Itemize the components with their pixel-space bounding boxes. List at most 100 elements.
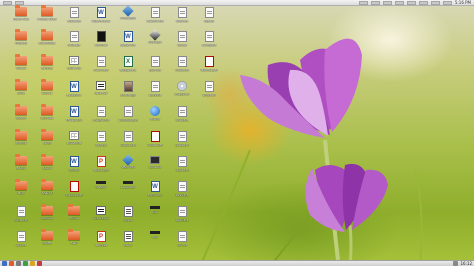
desktop-icon-folder[interactable]: Phone: [62, 204, 86, 230]
desktop-icon-doc[interactable]: chapter.txt: [89, 106, 113, 130]
desktop-icon-folder[interactable]: Photos 2015: [35, 5, 59, 31]
desktop-icon-doc[interactable]: info.txt: [89, 131, 113, 155]
desktop-icon-ppt[interactable]: P Slides.ppt: [89, 156, 113, 180]
desktop-icon-diamond[interactable]: VBox VM: [116, 154, 140, 180]
desktop-icon-doc[interactable]: readme.txt: [143, 7, 167, 31]
folder-taskbar-icon[interactable]: [30, 261, 35, 266]
folder-icon: [41, 104, 53, 115]
desktop-icon-blackdoc[interactable]: Terminal: [89, 31, 113, 55]
desktop-icon-sheet[interactable]: sheet.ods: [62, 131, 86, 155]
desktop-icon-word[interactable]: W Letter.doc: [116, 31, 140, 55]
panel-applet-3[interactable]: [382, 0, 392, 5]
desktop-icon-folder[interactable]: Scans: [35, 154, 59, 180]
panel-applet-6[interactable]: [418, 0, 428, 5]
desktop-icon-globe[interactable]: Firefox: [143, 106, 167, 130]
desktop-icon-doc[interactable]: index.txt: [170, 56, 194, 80]
panel-menu-button[interactable]: [3, 0, 12, 5]
desktop-icon-photo[interactable]: photo.jpg: [116, 81, 140, 105]
desktop-icon-doc[interactable]: notes2.txt: [116, 131, 140, 155]
desktop-icon-folder[interactable]: Camera: [35, 204, 59, 230]
desktop-icon-pdf[interactable]: Guide.pdf: [143, 131, 167, 155]
files-taskbar-icon[interactable]: [16, 261, 21, 266]
desktop-icon-folder[interactable]: Books: [9, 154, 33, 180]
desktop-icon-folder[interactable]: Backup: [35, 54, 59, 80]
panel-applet-2[interactable]: [370, 0, 380, 5]
panel-applet-4[interactable]: [394, 0, 404, 5]
desktop-icon-doc[interactable]: summary.txt: [116, 106, 140, 130]
desktop-icon-doc[interactable]: tasks.txt: [170, 131, 194, 155]
desktop-icon-folder[interactable]: School: [9, 104, 33, 130]
desktop-icon-label: plan.txt: [149, 69, 161, 72]
desktop-icon-doc[interactable]: api.txt: [9, 231, 33, 255]
desktop-icon-dash[interactable]: line: [143, 206, 167, 230]
firefox-taskbar-icon[interactable]: [9, 261, 14, 266]
desktop-icon-folder[interactable]: Archive: [9, 129, 33, 155]
desktop-icon-doc[interactable]: ideas.txt: [170, 156, 194, 180]
desktop-icon-folder[interactable]: Projects: [9, 29, 33, 55]
panel-launcher[interactable]: [15, 0, 24, 5]
desktop-icon-doc[interactable]: spec.txt: [170, 206, 194, 230]
desktop-icon-doc[interactable]: list.txt: [170, 31, 194, 55]
desktop-icon-excel[interactable]: X Budget.xls: [116, 56, 140, 80]
desktop-icon-doc[interactable]: story.txt: [143, 81, 167, 105]
desktop-icon-disk[interactable]: image.iso: [170, 81, 194, 105]
desktop-icon-dash[interactable]: divider: [89, 181, 113, 205]
desktop-icon-doc[interactable]: links.txt: [170, 106, 194, 130]
network-tray-icon[interactable]: [453, 261, 459, 266]
desktop-icon-ppt[interactable]: P Talk.ppt: [89, 231, 113, 255]
desktop-icon-bars[interactable]: data.csv: [89, 81, 113, 105]
folder-icon: [68, 229, 80, 240]
desktop-icon-doc[interactable]: plan.txt: [143, 56, 167, 80]
desktop-icon-folder[interactable]: Misc: [9, 179, 33, 205]
folder-icon: [41, 54, 53, 65]
desktop-icon-pdf[interactable]: Invoice.pdf: [62, 181, 86, 205]
desktop-icon-doc[interactable]: config.txt: [197, 31, 221, 55]
panel-applet-1[interactable]: [358, 0, 368, 5]
desktop-icon-word[interactable]: W Essay.doc: [62, 81, 86, 105]
desktop-icon-folder[interactable]: Mail: [62, 229, 86, 255]
panel-applet-7[interactable]: [430, 0, 440, 5]
desktop-icon-folder[interactable]: Work: [9, 79, 33, 105]
desktop-icon-doc[interactable]: keys.txt: [170, 181, 194, 205]
panel-applet-5[interactable]: [406, 0, 416, 5]
desktop-icon-doc[interactable]: draft.txt: [62, 31, 86, 55]
desktop-icon-diamond-dark[interactable]: Inkscape: [143, 29, 167, 55]
sheet-icon: [69, 131, 79, 140]
app-taskbar-icon[interactable]: [37, 261, 42, 266]
desktop-icon-stack[interactable]: stack: [116, 231, 140, 255]
desktop-icon-folder[interactable]: Downloads: [35, 29, 59, 55]
desktop-icon-diamond[interactable]: VirtualBox: [116, 5, 140, 31]
desktop-icon-folder[interactable]: Old files: [35, 104, 59, 130]
desktop-icon-word[interactable]: W Report.docx: [89, 7, 113, 31]
desktop-icon-sheet[interactable]: table.ods: [62, 56, 86, 80]
volume-icon[interactable]: [442, 0, 452, 5]
desktop-icon-dash[interactable]: separator: [116, 181, 140, 205]
desktop-icon-dark-screen[interactable]: Console: [143, 156, 167, 180]
desktop-icon-folder[interactable]: Videos: [9, 54, 33, 80]
tray-clock[interactable]: 16:12: [460, 261, 472, 266]
panel-clock[interactable]: 5:16 PM: [455, 0, 471, 5]
desktop-icon-label: spec.txt: [175, 219, 189, 222]
desktop-icon-pdf[interactable]: Manual.pdf: [197, 56, 221, 80]
desktop-icon-doc[interactable]: script.sh: [197, 81, 221, 105]
desktop-icon-folder[interactable]: Music files: [9, 5, 33, 31]
desktop-icon-word[interactable]: W CV.doc: [62, 156, 86, 180]
desktop-icon-stack[interactable]: layers: [116, 206, 140, 230]
desktop-icon-folder[interactable]: Temp: [35, 129, 59, 155]
start-menu-icon[interactable]: [2, 261, 7, 266]
desktop-icon-word[interactable]: W Thesis.doc: [62, 106, 86, 130]
desktop-icon-word[interactable]: W Form.doc: [143, 181, 167, 205]
desktop-icon-doc[interactable]: todo.txt: [170, 7, 194, 31]
desktop-icon-doc[interactable]: hosts.txt: [9, 206, 33, 230]
desktop-icon-doc[interactable]: notes.txt: [62, 7, 86, 31]
desktop-icon-folder[interactable]: Shared: [35, 179, 59, 205]
desktop-icon-doc[interactable]: memo.txt: [89, 56, 113, 80]
doc-icon: [177, 106, 187, 117]
desktop-icon-folder[interactable]: Drafts: [35, 229, 59, 255]
desktop-icon-folder[interactable]: Games: [35, 79, 59, 105]
desktop-icon-doc[interactable]: bio.txt: [170, 231, 194, 255]
terminal-taskbar-icon[interactable]: [23, 261, 28, 266]
desktop-icon-bars[interactable]: export.csv: [89, 206, 113, 230]
desktop-icon-doc[interactable]: log.txt: [197, 7, 221, 31]
desktop-icon-dash[interactable]: rule: [143, 231, 167, 255]
